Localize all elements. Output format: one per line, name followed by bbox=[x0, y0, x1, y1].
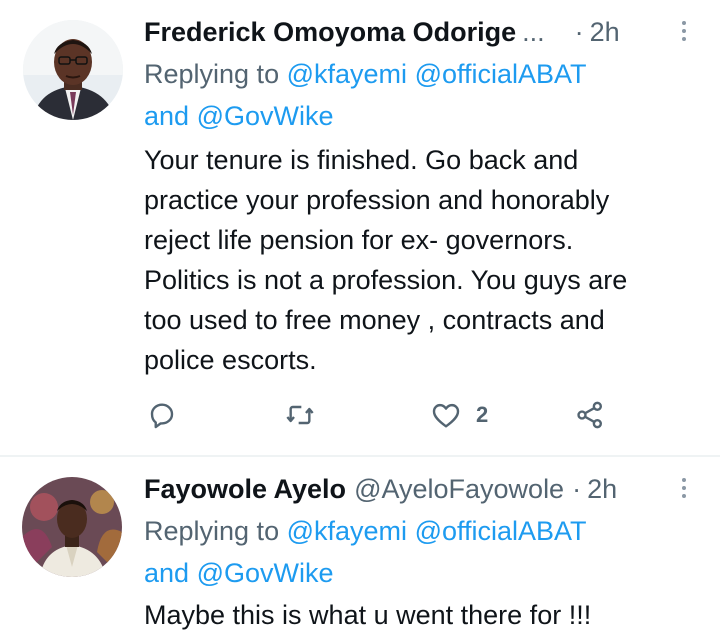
avatar[interactable] bbox=[23, 20, 123, 120]
separator-dot: · bbox=[574, 16, 584, 47]
reply-button[interactable] bbox=[146, 397, 178, 433]
more-options-icon[interactable] bbox=[678, 18, 690, 46]
share-icon bbox=[577, 401, 602, 429]
like-button[interactable]: 2 bbox=[430, 397, 488, 433]
mention-link[interactable]: @GovWike bbox=[197, 101, 334, 131]
retweet-icon bbox=[286, 405, 314, 425]
tweet-text: Your tenure is finished. Go back and pra… bbox=[144, 145, 628, 375]
replying-conjunction: and bbox=[144, 558, 190, 588]
mention-link[interactable]: @officialABAT bbox=[415, 516, 587, 546]
mention-link[interactable]: @GovWike bbox=[197, 558, 334, 588]
heart-icon bbox=[432, 403, 460, 428]
avatar[interactable] bbox=[22, 477, 122, 577]
avatar-photo bbox=[22, 477, 122, 577]
like-count: 2 bbox=[476, 402, 489, 427]
mention-link[interactable]: @kfayemi bbox=[287, 59, 407, 89]
author-name-truncation: ... bbox=[522, 16, 545, 47]
timestamp[interactable]: 2h bbox=[587, 474, 617, 505]
replying-conjunction: and bbox=[144, 101, 190, 131]
replying-to: Replying to @kfayemi @officialABAT and @… bbox=[144, 53, 690, 137]
timestamp[interactable]: 2h bbox=[590, 17, 620, 48]
tweet[interactable]: Fayowole Ayelo @AyeloFayowole · 2h Reply… bbox=[0, 458, 720, 639]
author-name[interactable]: Frederick Omoyoma Odorige bbox=[144, 17, 516, 48]
tweet-actions: 2 bbox=[146, 397, 626, 433]
author-handle[interactable]: @AyeloFayowole bbox=[354, 474, 564, 505]
share-button[interactable] bbox=[574, 397, 606, 433]
comment-icon bbox=[150, 403, 174, 429]
mention-link[interactable]: @officialABAT bbox=[415, 59, 587, 89]
tweet-header: Frederick Omoyoma Odorige ... · 2h bbox=[144, 12, 680, 52]
separator-dot: · bbox=[572, 473, 582, 504]
tweet-divider bbox=[0, 455, 720, 457]
tweet[interactable]: Frederick Omoyoma Odorige ... · 2h Reply… bbox=[0, 0, 720, 455]
replying-prefix: Replying to bbox=[144, 516, 280, 546]
replying-to: Replying to @kfayemi @officialABAT and @… bbox=[144, 510, 690, 594]
author-name[interactable]: Fayowole Ayelo bbox=[144, 474, 346, 505]
avatar-photo bbox=[23, 20, 123, 120]
replying-prefix: Replying to bbox=[144, 59, 280, 89]
mention-link[interactable]: @kfayemi bbox=[287, 516, 407, 546]
tweet-text: Maybe this is what u went there for !!! bbox=[144, 600, 592, 630]
more-options-icon[interactable] bbox=[678, 475, 690, 503]
tweet-header: Fayowole Ayelo @AyeloFayowole · 2h bbox=[144, 469, 680, 509]
retweet-button[interactable] bbox=[284, 397, 316, 433]
